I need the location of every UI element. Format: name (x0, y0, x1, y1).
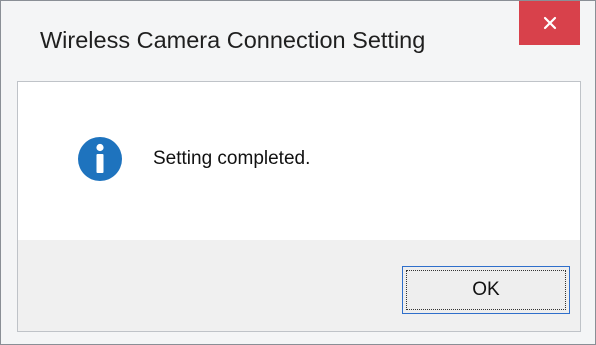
close-icon (543, 16, 556, 30)
ok-button[interactable]: OK (402, 266, 570, 314)
button-bar: OK (18, 240, 580, 331)
title-bar[interactable]: Wireless Camera Connection Setting (1, 1, 595, 81)
ok-button-label: OK (472, 279, 500, 300)
info-icon (78, 137, 122, 181)
dialog-window: Wireless Camera Connection Setting Setti… (0, 0, 596, 345)
close-button[interactable] (519, 1, 580, 45)
dialog-client-area: Setting completed. OK (17, 81, 581, 332)
message-panel: Setting completed. (18, 82, 580, 240)
message-text: Setting completed. (153, 148, 311, 169)
window-title: Wireless Camera Connection Setting (40, 27, 426, 53)
